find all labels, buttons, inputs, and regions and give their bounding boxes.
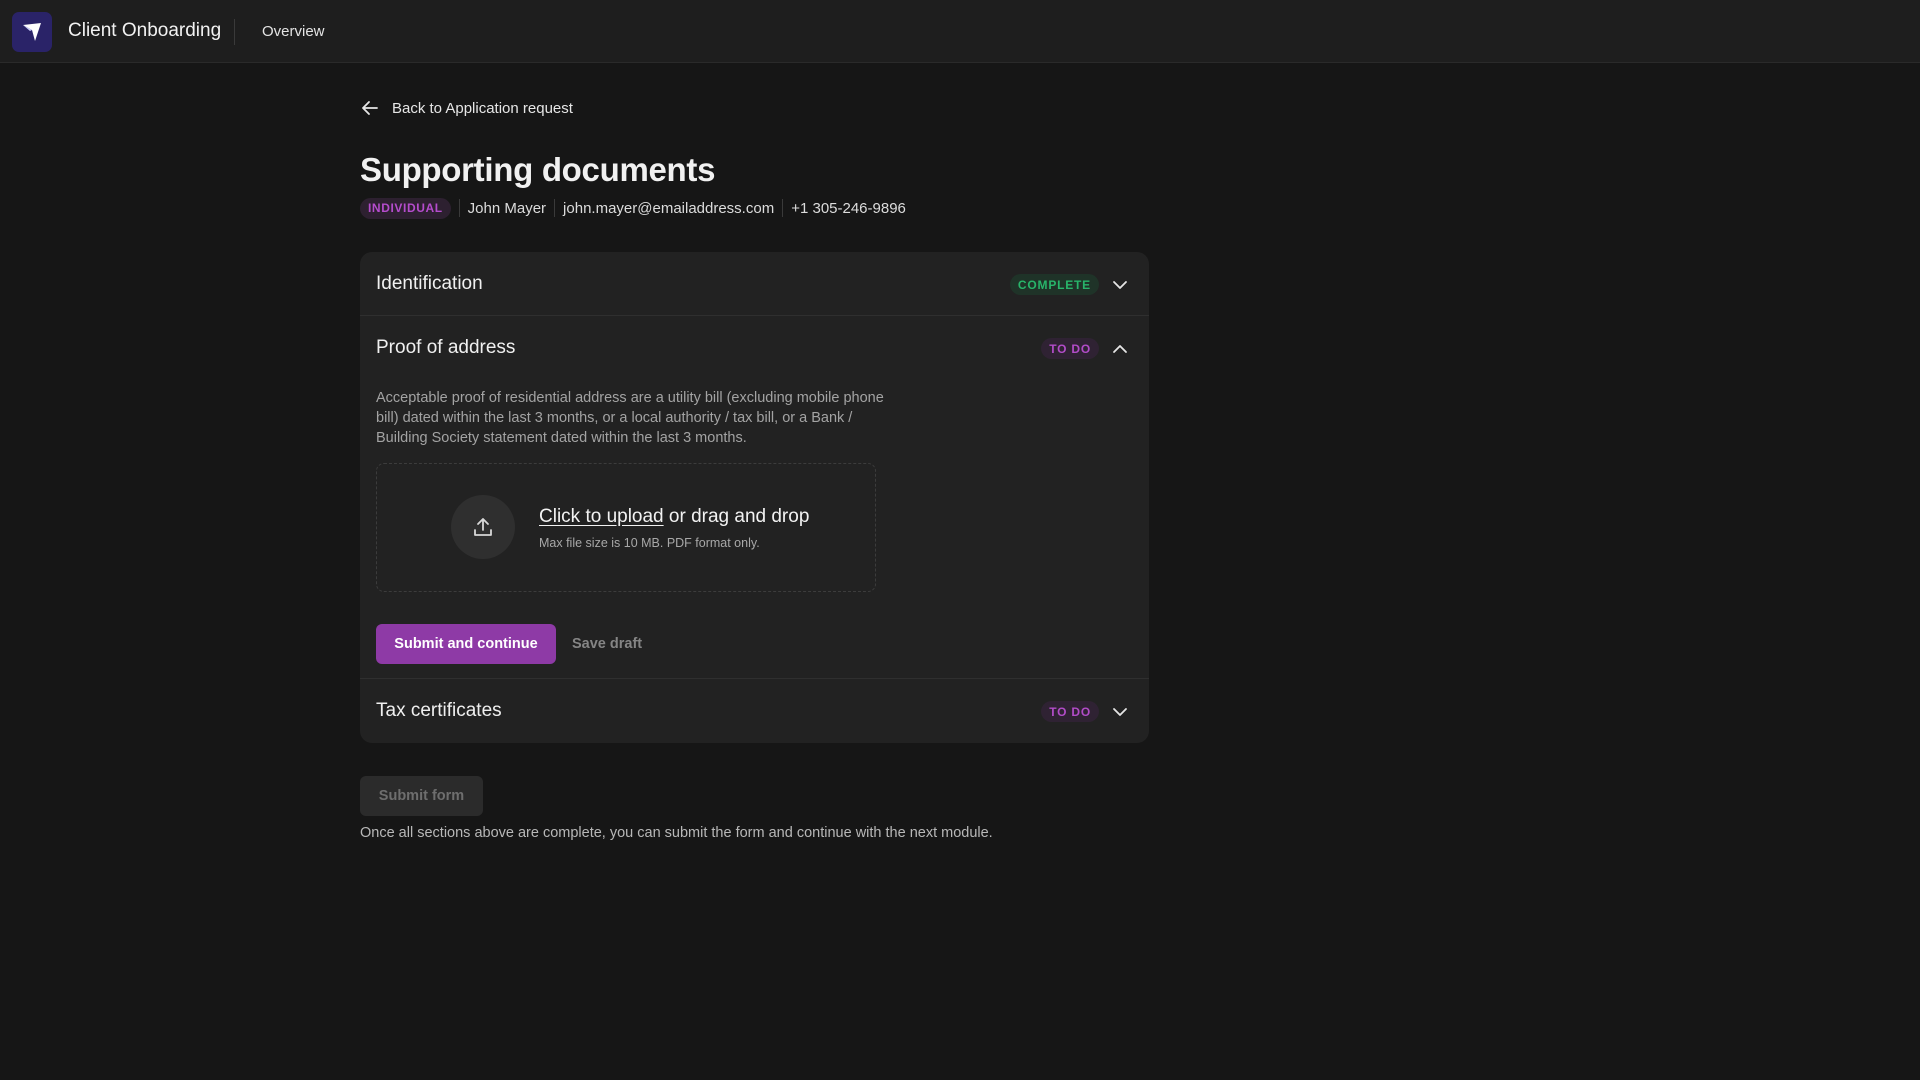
documents-accordion: Identification COMPLETE Proof of address… — [360, 252, 1149, 743]
section-header-proof-of-address[interactable]: Proof of address TO DO — [360, 316, 1149, 380]
applicant-type-badge: INDIVIDUAL — [360, 197, 451, 219]
click-to-upload-link[interactable]: Click to upload — [539, 506, 664, 527]
section-header-tax-certificates[interactable]: Tax certificates TO DO — [360, 679, 1149, 743]
chevron-down-icon[interactable] — [1111, 276, 1129, 294]
upload-prompt: Click to upload or drag and drop — [539, 506, 809, 528]
upload-hint: Max file size is 10 MB. PDF format only. — [539, 536, 760, 550]
nav-overview-link[interactable]: Overview — [262, 23, 325, 40]
section-title: Proof of address — [376, 337, 516, 358]
submit-form-button[interactable]: Submit form — [360, 776, 483, 816]
applicant-meta: INDIVIDUAL John Mayer john.mayer@emailad… — [360, 197, 906, 219]
page-title: Supporting documents — [360, 151, 716, 188]
status-badge: TO DO — [1041, 701, 1099, 722]
app-title: Client Onboarding — [68, 20, 222, 41]
section-header-identification[interactable]: Identification COMPLETE — [360, 252, 1149, 316]
top-bar: Client Onboarding Overview — [0, 0, 1920, 63]
applicant-name: John Mayer — [467, 199, 547, 217]
submit-form-note: Once all sections above are complete, yo… — [360, 825, 993, 841]
paper-plane-logo-icon[interactable] — [12, 12, 52, 52]
status-badge: TO DO — [1041, 338, 1099, 359]
chevron-up-icon[interactable] — [1111, 340, 1129, 358]
applicant-email: john.mayer@emailaddress.com — [563, 199, 775, 217]
meta-divider — [782, 199, 784, 217]
applicant-phone: +1 305-246-9896 — [791, 199, 906, 217]
arrow-left-icon — [360, 98, 380, 118]
section-title: Identification — [376, 273, 483, 294]
meta-divider — [458, 199, 460, 217]
back-to-application-link[interactable]: Back to Application request — [360, 97, 573, 119]
submit-and-continue-button[interactable]: Submit and continue — [376, 624, 556, 664]
save-draft-button[interactable]: Save draft — [572, 624, 642, 664]
back-link-label: Back to Application request — [392, 99, 573, 117]
meta-divider — [554, 199, 556, 217]
status-badge: COMPLETE — [1009, 274, 1099, 295]
section-title: Tax certificates — [376, 700, 502, 721]
proof-of-address-description: Acceptable proof of residential address … — [376, 390, 884, 446]
topbar-divider — [234, 19, 235, 45]
file-dropzone[interactable]: Click to upload or drag and drop Max fil… — [376, 463, 876, 592]
chevron-down-icon[interactable] — [1111, 703, 1129, 721]
upload-icon — [451, 495, 515, 559]
drag-and-drop-text: or drag and drop — [663, 506, 810, 527]
